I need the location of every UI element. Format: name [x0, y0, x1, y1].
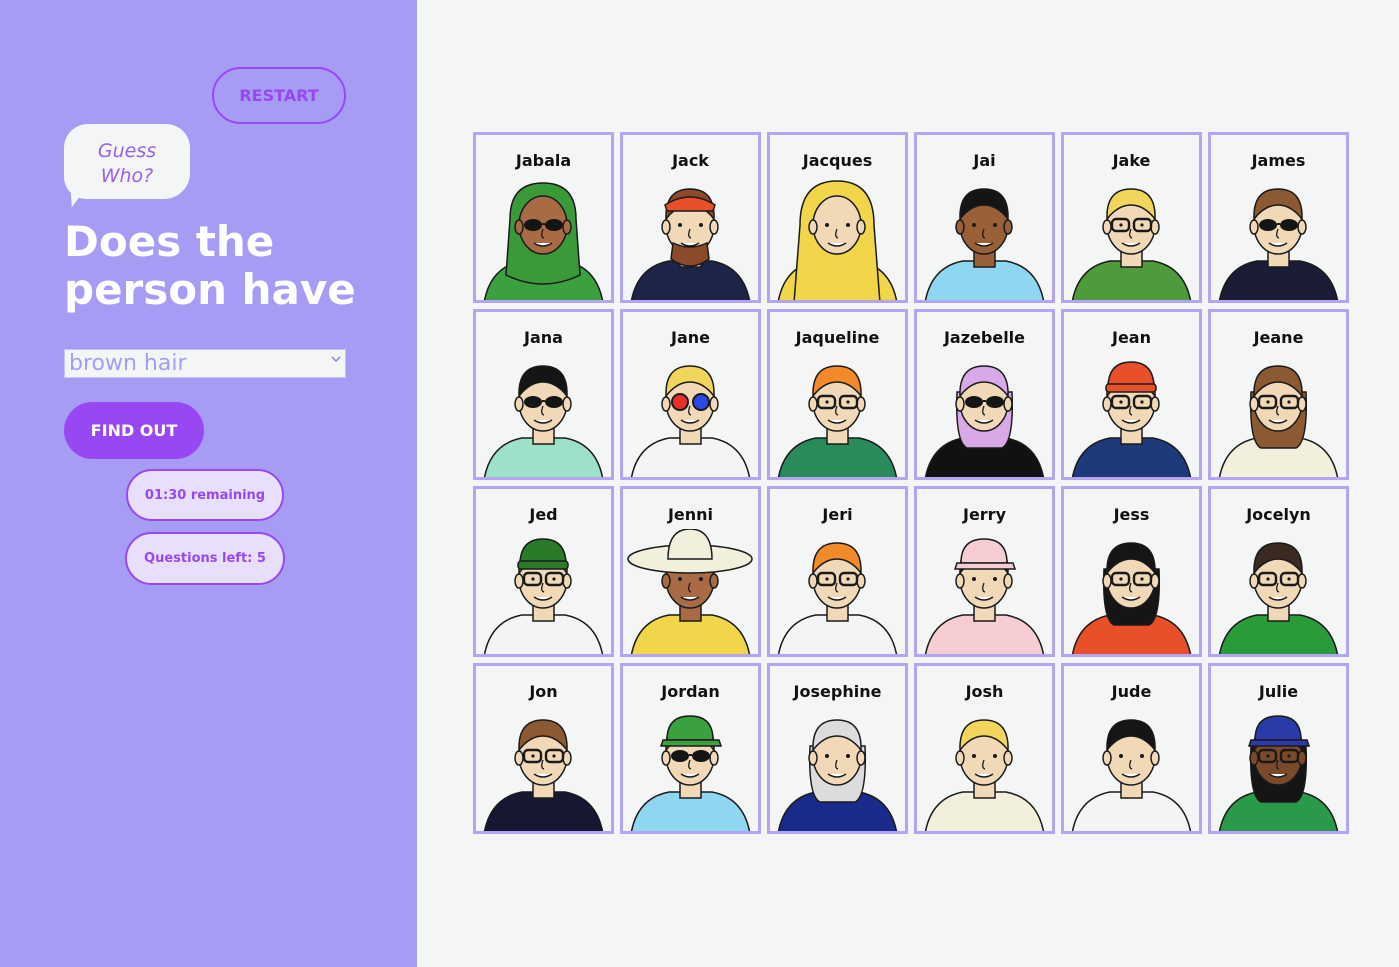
sidebar: RESTART Guess Who? Does the person have …: [0, 0, 417, 967]
character-portrait: [1071, 719, 1192, 831]
character-card[interactable]: Jed: [473, 486, 614, 657]
character-name: Jana: [524, 328, 563, 347]
character-portrait: [777, 365, 898, 477]
character-card[interactable]: Josh: [914, 663, 1055, 834]
character-card[interactable]: Jeane: [1208, 309, 1349, 480]
character-card[interactable]: Jenni: [620, 486, 761, 657]
question-heading: Does the person have: [64, 218, 404, 314]
character-portrait: [1218, 715, 1339, 831]
logo-line-1: Guess: [97, 140, 157, 162]
character-name: Jaqueline: [795, 328, 880, 347]
character-card[interactable]: Jordan: [620, 663, 761, 834]
character-portrait: [627, 529, 753, 654]
character-board: Jabala Jack Jacques Jai Jake James Jana Jane Jaq…: [473, 132, 1349, 834]
speech-bubble-tail: [65, 184, 87, 210]
character-card[interactable]: Jon: [473, 663, 614, 834]
character-name: Jane: [671, 328, 710, 347]
question-line-2: person have: [64, 265, 356, 314]
timer-badge: 01:30 remaining: [126, 469, 284, 521]
character-card[interactable]: Jude: [1061, 663, 1202, 834]
character-card[interactable]: Jeri: [767, 486, 908, 657]
character-card[interactable]: Jana: [473, 309, 614, 480]
character-card[interactable]: Jack: [620, 132, 761, 303]
logo-line-2: Who?: [100, 165, 154, 187]
character-name: Jordan: [661, 682, 720, 701]
character-card[interactable]: Jacques: [767, 132, 908, 303]
questions-left-badge: Questions left: 5: [125, 532, 285, 585]
character-portrait: [483, 719, 604, 831]
character-name: Jeane: [1253, 328, 1304, 347]
character-portrait: [924, 538, 1045, 654]
character-portrait: [924, 365, 1045, 477]
character-card[interactable]: Jean: [1061, 309, 1202, 480]
character-name: Josh: [965, 682, 1004, 701]
chevron-down-icon: [331, 356, 341, 363]
attribute-select-value: brown hair: [69, 351, 187, 376]
character-card[interactable]: Jai: [914, 132, 1055, 303]
character-portrait: [1218, 365, 1339, 477]
character-card[interactable]: Jazebelle: [914, 309, 1055, 480]
attribute-select[interactable]: brown hair: [64, 349, 346, 378]
character-name: Jack: [672, 151, 709, 170]
character-card[interactable]: James: [1208, 132, 1349, 303]
question-line-1: Does the: [64, 217, 275, 266]
character-card[interactable]: Jaqueline: [767, 309, 908, 480]
find-out-button[interactable]: FIND OUT: [64, 402, 204, 459]
character-portrait: [924, 188, 1045, 300]
character-name: Jai: [973, 151, 996, 170]
character-card[interactable]: Jane: [620, 309, 761, 480]
character-name: Josephine: [793, 682, 882, 701]
character-name: Jeri: [822, 505, 853, 524]
character-portrait: [1071, 361, 1192, 477]
character-portrait: [1071, 188, 1192, 300]
character-name: Julie: [1258, 682, 1299, 701]
character-portrait: [777, 542, 898, 654]
character-card[interactable]: Jabala: [473, 132, 614, 303]
character-card[interactable]: Jake: [1061, 132, 1202, 303]
character-name: Jean: [1112, 328, 1151, 347]
character-name: Jerry: [962, 505, 1006, 524]
character-portrait: [777, 180, 898, 300]
character-name: Jake: [1112, 151, 1151, 170]
character-card[interactable]: Jocelyn: [1208, 486, 1349, 657]
character-name: James: [1251, 151, 1306, 170]
character-name: Jude: [1111, 682, 1152, 701]
character-card[interactable]: Julie: [1208, 663, 1349, 834]
character-portrait: [483, 538, 604, 654]
character-portrait: [483, 182, 604, 300]
character-portrait: [777, 719, 898, 831]
character-name: Jocelyn: [1246, 505, 1311, 524]
character-portrait: [924, 719, 1045, 831]
character-name: Jon: [529, 682, 558, 701]
character-card[interactable]: Jerry: [914, 486, 1055, 657]
character-card[interactable]: Josephine: [767, 663, 908, 834]
character-name: Jess: [1113, 505, 1150, 524]
restart-button[interactable]: RESTART: [212, 67, 346, 124]
character-name: Jenni: [667, 505, 714, 524]
character-portrait: [630, 188, 751, 300]
character-card[interactable]: Jess: [1061, 486, 1202, 657]
character-portrait: [630, 365, 751, 477]
character-name: Jed: [529, 505, 558, 524]
character-name: Jazebelle: [943, 328, 1026, 347]
character-portrait: [483, 365, 604, 477]
character-name: Jacques: [802, 151, 873, 170]
character-portrait: [630, 715, 751, 831]
character-name: Jabala: [515, 151, 572, 170]
character-portrait: [1218, 542, 1339, 654]
character-portrait: [1218, 188, 1339, 300]
character-portrait: [1071, 542, 1192, 654]
